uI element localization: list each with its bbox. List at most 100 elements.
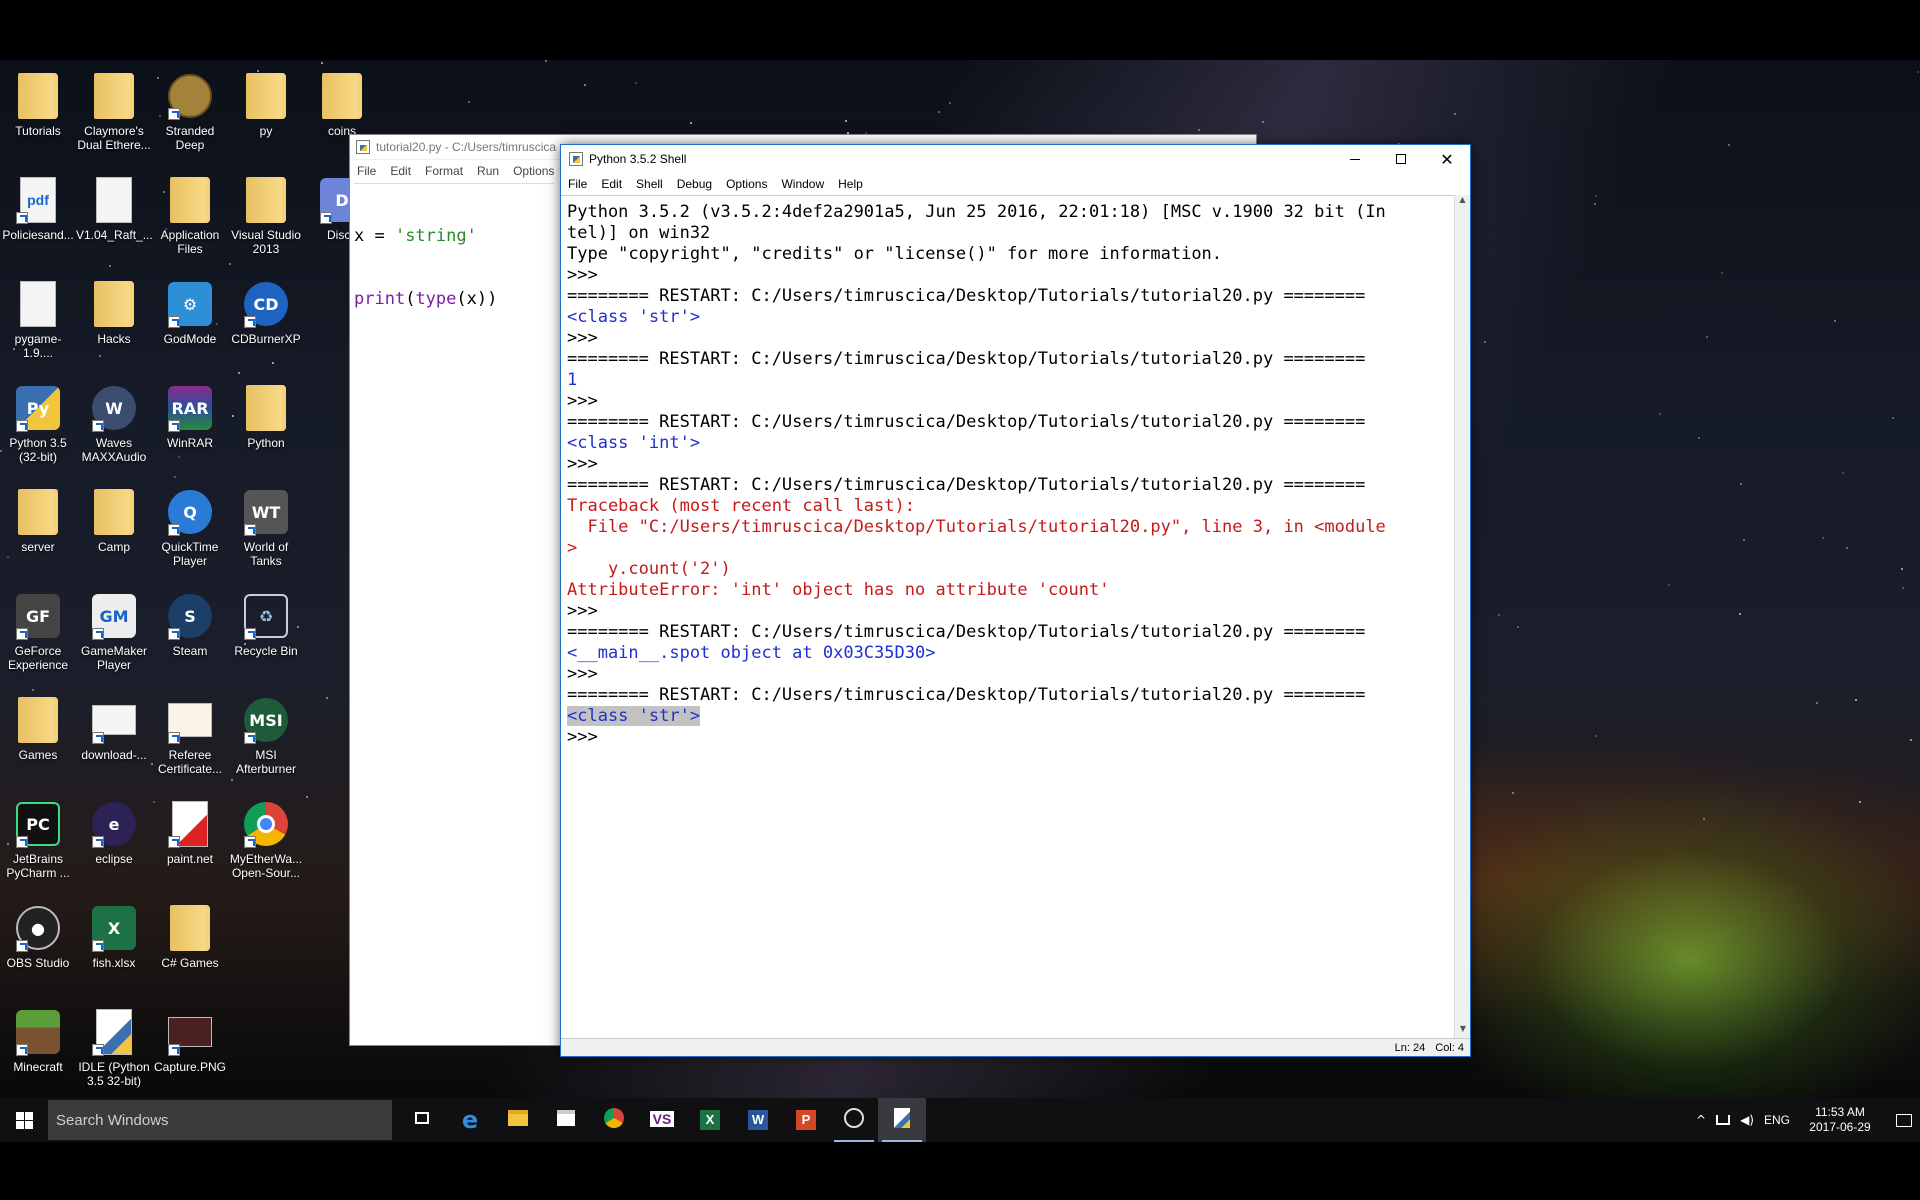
shell-menu-debug[interactable]: Debug	[670, 177, 719, 191]
desktop-icon-paintnet[interactable]: paint.net	[152, 794, 228, 898]
shell-menu-file[interactable]: File	[561, 177, 594, 191]
volume-icon[interactable]: ◀)	[1740, 1113, 1754, 1127]
taskbar-excel-button[interactable]: X	[686, 1098, 734, 1142]
desktop-icon-folder[interactable]: Claymore's Dual Ethere...	[76, 66, 152, 170]
shell-titlebar[interactable]: Python 3.5.2 Shell ✕	[561, 145, 1470, 173]
desktop-icon-folder[interactable]: Tutorials	[0, 66, 76, 170]
shell-output-line: ======== RESTART: C:/Users/timruscica/De…	[567, 286, 1455, 307]
desktop-icon-pdf[interactable]: pdf Policiesand...	[0, 170, 76, 274]
star	[1739, 612, 1742, 615]
desktop-icon-capture[interactable]: Capture.PNG	[152, 1002, 228, 1098]
desktop-icon-folder[interactable]: Camp	[76, 482, 152, 586]
desktop-icon-msi[interactable]: MSI MSI Afterburner	[228, 690, 304, 794]
shell-menu-options[interactable]: Options	[719, 177, 774, 191]
vertical-scrollbar[interactable]: ▲ ▼	[1454, 195, 1470, 1038]
shell-output-line: AttributeError: 'int' object has no attr…	[567, 580, 1455, 601]
desktop-icon-wot[interactable]: WT World of Tanks	[228, 482, 304, 586]
desktop-icon-godmode[interactable]: ⚙ GodMode	[152, 274, 228, 378]
shell-output[interactable]: Python 3.5.2 (v3.5.2:4def2a2901a5, Jun 2…	[561, 195, 1455, 1038]
minimize-button[interactable]	[1332, 145, 1378, 173]
editor-menu-edit[interactable]: Edit	[383, 164, 418, 178]
desktop-icon-cdburner[interactable]: CD CDBurnerXP	[228, 274, 304, 378]
shell-menu-help[interactable]: Help	[831, 177, 870, 191]
maximize-button[interactable]	[1378, 145, 1424, 173]
taskbar-file-explorer-button[interactable]	[494, 1098, 542, 1142]
close-button[interactable]: ✕	[1424, 145, 1470, 173]
shell-output-text: 1	[567, 370, 578, 390]
desktop-icon-winrar[interactable]: RAR WinRAR	[152, 378, 228, 482]
editor-menu-file[interactable]: File	[350, 164, 383, 178]
shell-menu-window[interactable]: Window	[774, 177, 831, 191]
shell-menu-edit[interactable]: Edit	[594, 177, 629, 191]
shell-output-text: ======== RESTART: C:/Users/timruscica/De…	[567, 622, 1366, 642]
notifications-icon[interactable]	[1896, 1113, 1912, 1127]
chevron-up-icon[interactable]: ^	[1696, 1113, 1706, 1127]
start-button[interactable]	[0, 1098, 48, 1142]
desktop-icon-quicktime[interactable]: Q QuickTime Player	[152, 482, 228, 586]
star	[1901, 587, 1904, 590]
star	[1658, 412, 1661, 415]
taskbar-chrome-button[interactable]	[590, 1098, 638, 1142]
taskbar-python-idle-button[interactable]	[878, 1098, 926, 1142]
folder-icon	[166, 176, 214, 224]
desktop-icon-folder[interactable]: Visual Studio 2013	[228, 170, 304, 274]
shell-window[interactable]: Python 3.5.2 Shell ✕ File Edit Shell Deb…	[560, 144, 1471, 1057]
shell-output-text: File "C:/Users/timruscica/Desktop/Tutori…	[567, 517, 1386, 537]
taskbar-word-button[interactable]: W	[734, 1098, 782, 1142]
editor-menu-options[interactable]: Options	[506, 164, 561, 178]
shell-output-text: >	[567, 538, 578, 558]
taskbar-powerpoint-button[interactable]: P	[782, 1098, 830, 1142]
desktop-icon-label: WinRAR	[166, 436, 213, 450]
taskbar-obs-button[interactable]	[830, 1098, 878, 1142]
desktop-icon-geforce[interactable]: GF GeForce Experience	[0, 586, 76, 690]
desktop-icon-chrome[interactable]: MyEtherWa... Open-Sour...	[228, 794, 304, 898]
scroll-down-arrow-icon[interactable]: ▼	[1455, 1024, 1471, 1038]
editor-text-area[interactable]: x = 'string' print(type(x))	[354, 183, 554, 1023]
editor-menu-run[interactable]: Run	[470, 164, 506, 178]
desktop-icon-certificate[interactable]: Referee Certificate...	[152, 690, 228, 794]
desktop-icon-folder[interactable]: Hacks	[76, 274, 152, 378]
editor-menu-format[interactable]: Format	[418, 164, 470, 178]
desktop-icon-steam[interactable]: S Steam	[152, 586, 228, 690]
desktop-icon-image[interactable]: download-...	[76, 690, 152, 794]
desktop-icon-label: V1.04_Raft_...	[76, 228, 153, 242]
desktop-icon-folder[interactable]: Games	[0, 690, 76, 794]
desktop-icon-label: GeForce Experience	[7, 644, 69, 672]
desktop-icon-app-stranded[interactable]: Stranded Deep	[152, 66, 228, 170]
desktop-icon-label: GameMaker Player	[80, 644, 148, 672]
desktop-icon-pycharm[interactable]: PC JetBrains PyCharm ...	[0, 794, 76, 898]
shell-output-line: Python 3.5.2 (v3.5.2:4def2a2901a5, Jun 2…	[567, 202, 1455, 223]
status-line: Ln: 24	[1394, 1041, 1426, 1054]
network-icon[interactable]	[1716, 1115, 1731, 1125]
taskbar-visual-studio-button[interactable]: VS	[638, 1098, 686, 1142]
desktop-icon-doc[interactable]: V1.04_Raft_...	[76, 170, 153, 274]
store-icon	[557, 1109, 575, 1131]
desktop-icon-obs[interactable]: ● OBS Studio	[0, 898, 76, 1002]
taskbar-edge-button[interactable]: e	[446, 1098, 494, 1142]
scroll-up-arrow-icon[interactable]: ▲	[1455, 195, 1470, 209]
desktop-icon-waves[interactable]: W Waves MAXXAudio	[76, 378, 152, 482]
desktop-icon-label: Steam	[172, 644, 208, 658]
desktop-icon-folder[interactable]: server	[0, 482, 76, 586]
shell-menu-shell[interactable]: Shell	[629, 177, 670, 191]
desktop-icon-excel[interactable]: Xfish.xlsx	[76, 898, 152, 1002]
desktop-icon-folder[interactable]: Application Files	[152, 170, 228, 274]
desktop-icon-folder[interactable]: Python	[228, 378, 304, 482]
desktop-icon-python[interactable]: Py Python 3.5 (32-bit)	[0, 378, 76, 482]
desktop-icon-folder[interactable]: C# Games	[152, 898, 228, 1002]
language-indicator[interactable]: ENG	[1764, 1113, 1790, 1127]
desktop-icon-eclipse[interactable]: e eclipse	[76, 794, 152, 898]
desktop-icon-idle[interactable]: IDLE (Python 3.5 32-bit)	[76, 1002, 152, 1098]
clock-date: 2017-06-29	[1809, 1120, 1871, 1134]
taskbar-store-button[interactable]	[542, 1098, 590, 1142]
desktop-icon-gamemaker[interactable]: GM GameMaker Player	[76, 586, 152, 690]
clock[interactable]: 11:53 AM 2017-06-29	[1808, 1105, 1872, 1135]
taskbar-task-view-button[interactable]	[398, 1098, 446, 1142]
excel-icon: X	[90, 904, 138, 952]
capture-icon	[166, 1008, 214, 1056]
search-box[interactable]: Search Windows	[48, 1100, 392, 1140]
desktop-icon-recycle[interactable]: ♻ Recycle Bin	[228, 586, 304, 690]
desktop-icon-folder[interactable]: py	[228, 66, 304, 170]
desktop-icon-minecraft[interactable]: Minecraft	[0, 1002, 76, 1098]
desktop-icon-doc[interactable]: pygame-1.9....	[0, 274, 76, 378]
